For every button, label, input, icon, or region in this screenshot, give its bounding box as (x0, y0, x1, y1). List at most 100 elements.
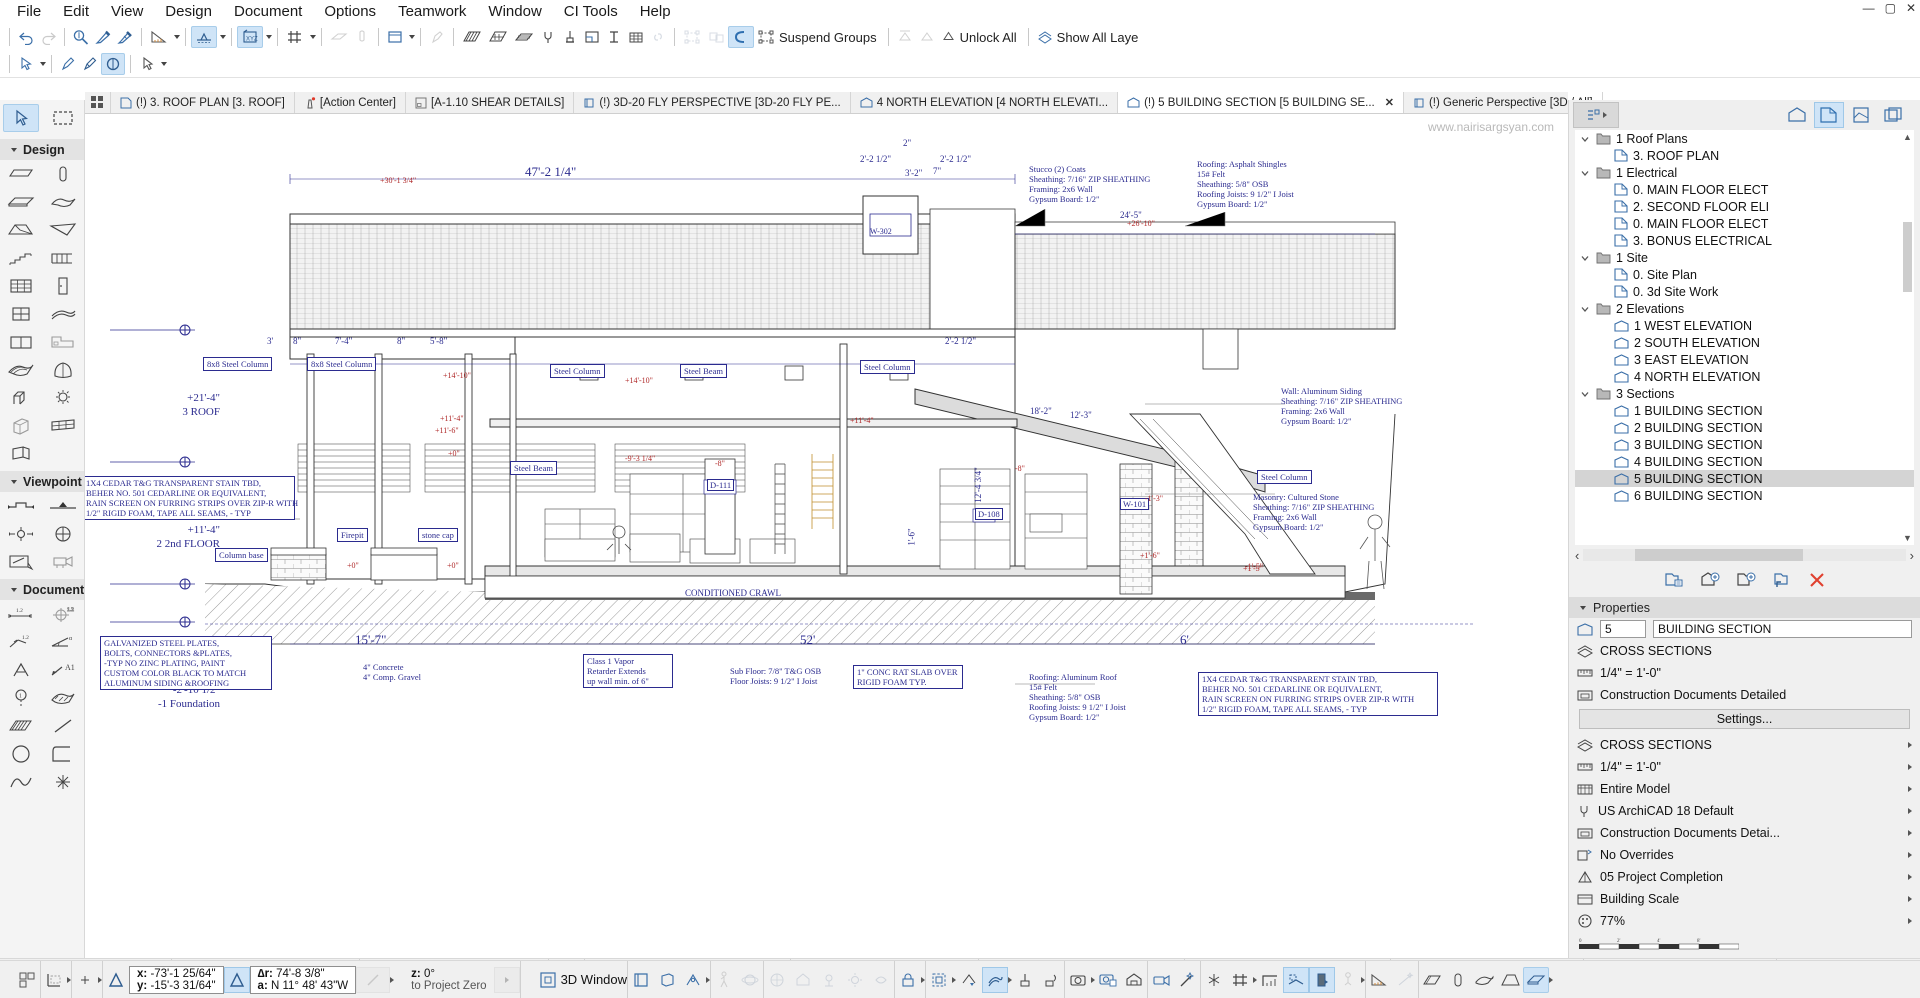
suspend-group-toggle-icon[interactable] (728, 26, 754, 48)
3d-window-label[interactable]: 3D Window (561, 972, 627, 987)
3d-door-icon[interactable] (1309, 966, 1336, 993)
marquee-3d-icon[interactable] (926, 967, 952, 993)
chevron-down-icon[interactable] (1579, 389, 1591, 399)
minimize-button[interactable]: — (1863, 1, 1875, 15)
note-cedar-left[interactable]: 1X4 CEDAR T&G TRANSPARENT STAIN TBD, BEH… (85, 476, 298, 520)
view-map-icon[interactable] (1814, 102, 1844, 128)
menu-design[interactable]: Design (154, 0, 223, 24)
navigator-item-1-site[interactable]: 1 Site (1575, 249, 1914, 266)
door-tool[interactable] (42, 272, 84, 300)
corner-window-tool[interactable] (0, 440, 42, 468)
paint-brush-icon[interactable] (559, 26, 581, 48)
tag-firepit[interactable]: Firepit (337, 528, 368, 542)
zone-stamp-tool[interactable]: 1 (0, 684, 42, 712)
scroll-left-icon[interactable]: ‹ (1575, 548, 1579, 563)
person-scale-icon[interactable] (1335, 967, 1361, 993)
slab-3d-icon[interactable] (1471, 967, 1497, 993)
coordinate-z-box[interactable]: z: 0° to Project Zero (404, 966, 493, 994)
navigator-hscrollbar[interactable]: ‹ › (1575, 547, 1914, 563)
project-map-icon[interactable] (1782, 102, 1812, 128)
property-layer-row[interactable]: CROSS SECTIONS (1569, 640, 1920, 662)
navigator-item-2-second-floor-eli[interactable]: 2. SECOND FLOOR ELI (1575, 198, 1914, 215)
object-tool[interactable] (0, 384, 42, 412)
pen-set-icon[interactable] (426, 26, 448, 48)
roof-tool[interactable] (0, 216, 42, 244)
navigator-tree[interactable]: 1 Roof Plans 3. ROOF PLAN 1 Electrical 0. M… (1575, 130, 1914, 545)
settings-button[interactable]: Settings... (1579, 709, 1910, 729)
unlock-triangle-icon[interactable] (916, 26, 938, 48)
note-roofing-asphalt[interactable]: Roofing: Asphalt Shingles 15# Felt Sheat… (1197, 159, 1294, 209)
suspend-groups-button[interactable]: Suspend Groups (754, 26, 883, 48)
property-row-scale2[interactable]: 1/4" = 1'-0" (1569, 756, 1920, 778)
slab-tool[interactable] (42, 188, 84, 216)
interior-elevation-tool[interactable] (0, 520, 42, 548)
pointer-2-icon[interactable] (136, 53, 158, 75)
tag-8x8-col-1[interactable]: 8x8 Steel Column (203, 357, 273, 371)
axonometric-icon[interactable] (628, 967, 654, 993)
fill-tool[interactable] (42, 684, 84, 712)
marker-view-icon[interactable] (816, 967, 842, 993)
note-cedar-right[interactable]: 1X4 CEDAR T&G TRANSPARENT STAIN TBD, BEH… (1198, 672, 1438, 716)
grid-table-icon[interactable] (625, 26, 647, 48)
chevron-right-icon[interactable] (1908, 808, 1912, 814)
navigator-item-0-3d-site-work[interactable]: 0. 3d Site Work (1575, 283, 1914, 300)
navigator-item-2-south-elevation[interactable]: 2 SOUTH ELEVATION (1575, 334, 1914, 351)
roof-3d-icon[interactable] (1497, 967, 1523, 993)
chevron-right-icon[interactable] (1908, 786, 1912, 792)
menu-options[interactable]: Options (313, 0, 387, 24)
property-row-overrides[interactable]: No Overrides (1569, 844, 1920, 866)
navigator-item-3-bonus-electrical[interactable]: 3. BONUS ELECTRICAL (1575, 232, 1914, 249)
layout-book-icon[interactable] (1846, 102, 1876, 128)
navigator-item-2-elevations[interactable]: 2 Elevations (1575, 300, 1914, 317)
hotspot-3d-icon[interactable] (1201, 967, 1227, 993)
worksheet-tool[interactable] (0, 548, 42, 576)
linear-dimension-tool[interactable]: 1.2 (0, 600, 42, 628)
group-icon[interactable] (680, 26, 704, 48)
z-lock-icon[interactable] (493, 966, 520, 993)
note-subfloor[interactable]: Sub Floor: 7/8" T&G OSB Floor Joists: 9 … (730, 666, 821, 686)
camera-render-icon[interactable] (1065, 967, 1091, 993)
snap-point-icon[interactable] (72, 967, 98, 993)
pen-tool-icon[interactable] (57, 53, 79, 75)
render-scene-icon[interactable] (1121, 967, 1147, 993)
guide-line-icon[interactable] (327, 26, 351, 48)
property-row-mvo[interactable]: Construction Documents Detai... (1569, 822, 1920, 844)
building-material-icon[interactable] (581, 26, 603, 48)
undo-icon[interactable] (15, 26, 37, 48)
delta-rel-icon[interactable] (223, 966, 250, 993)
note-galvanized-steel[interactable]: GALVANIZED STEEL PLATES, BOLTS, CONNECTO… (100, 636, 272, 690)
tag-d108[interactable]: D-108 (975, 508, 1003, 520)
close-icon[interactable]: ✕ (1385, 96, 1394, 109)
paint-roller-icon[interactable] (1012, 967, 1038, 993)
orbit-icon[interactable] (737, 967, 763, 993)
save-view-icon[interactable] (1772, 571, 1792, 589)
lock-triangle-icon[interactable] (894, 26, 916, 48)
navigator-item-3-sections[interactable]: 3 Sections (1575, 385, 1914, 402)
axon-view-icon[interactable] (764, 967, 790, 993)
property-row-model[interactable]: Entire Model (1569, 778, 1920, 800)
toolbox-section-document[interactable]: Document (0, 579, 84, 600)
tag-column-base[interactable]: Column base (215, 548, 268, 562)
zone-tool[interactable] (42, 328, 84, 356)
measure-tool-icon[interactable] (1366, 967, 1392, 993)
shell-tool[interactable] (42, 216, 84, 244)
syringe-icon[interactable] (114, 26, 136, 48)
navigator-item-0-main-floor-elect[interactable]: 0. MAIN FLOOR ELECT (1575, 215, 1914, 232)
section-tool[interactable] (0, 492, 42, 520)
redo-icon[interactable] (37, 26, 59, 48)
elevation-tool[interactable] (42, 492, 84, 520)
sun-settings-icon[interactable] (680, 967, 706, 993)
curtain-panel-tool[interactable] (42, 412, 84, 440)
railing-tool[interactable] (42, 244, 84, 272)
chevron-right-icon[interactable] (1908, 896, 1912, 902)
delta-abs-icon[interactable] (103, 967, 129, 993)
delete-icon[interactable] (1808, 571, 1826, 589)
walk-mode-icon[interactable] (711, 967, 737, 993)
menu-view[interactable]: View (100, 0, 154, 24)
menu-teamwork[interactable]: Teamwork (387, 0, 477, 24)
circle-select-icon[interactable] (101, 52, 125, 75)
filter-partial-icon[interactable] (956, 967, 982, 993)
lamp-tool[interactable] (42, 384, 84, 412)
chevron-down-icon[interactable] (266, 35, 272, 39)
navigator-item-3-building-section[interactable]: 3 BUILDING SECTION (1575, 436, 1914, 453)
